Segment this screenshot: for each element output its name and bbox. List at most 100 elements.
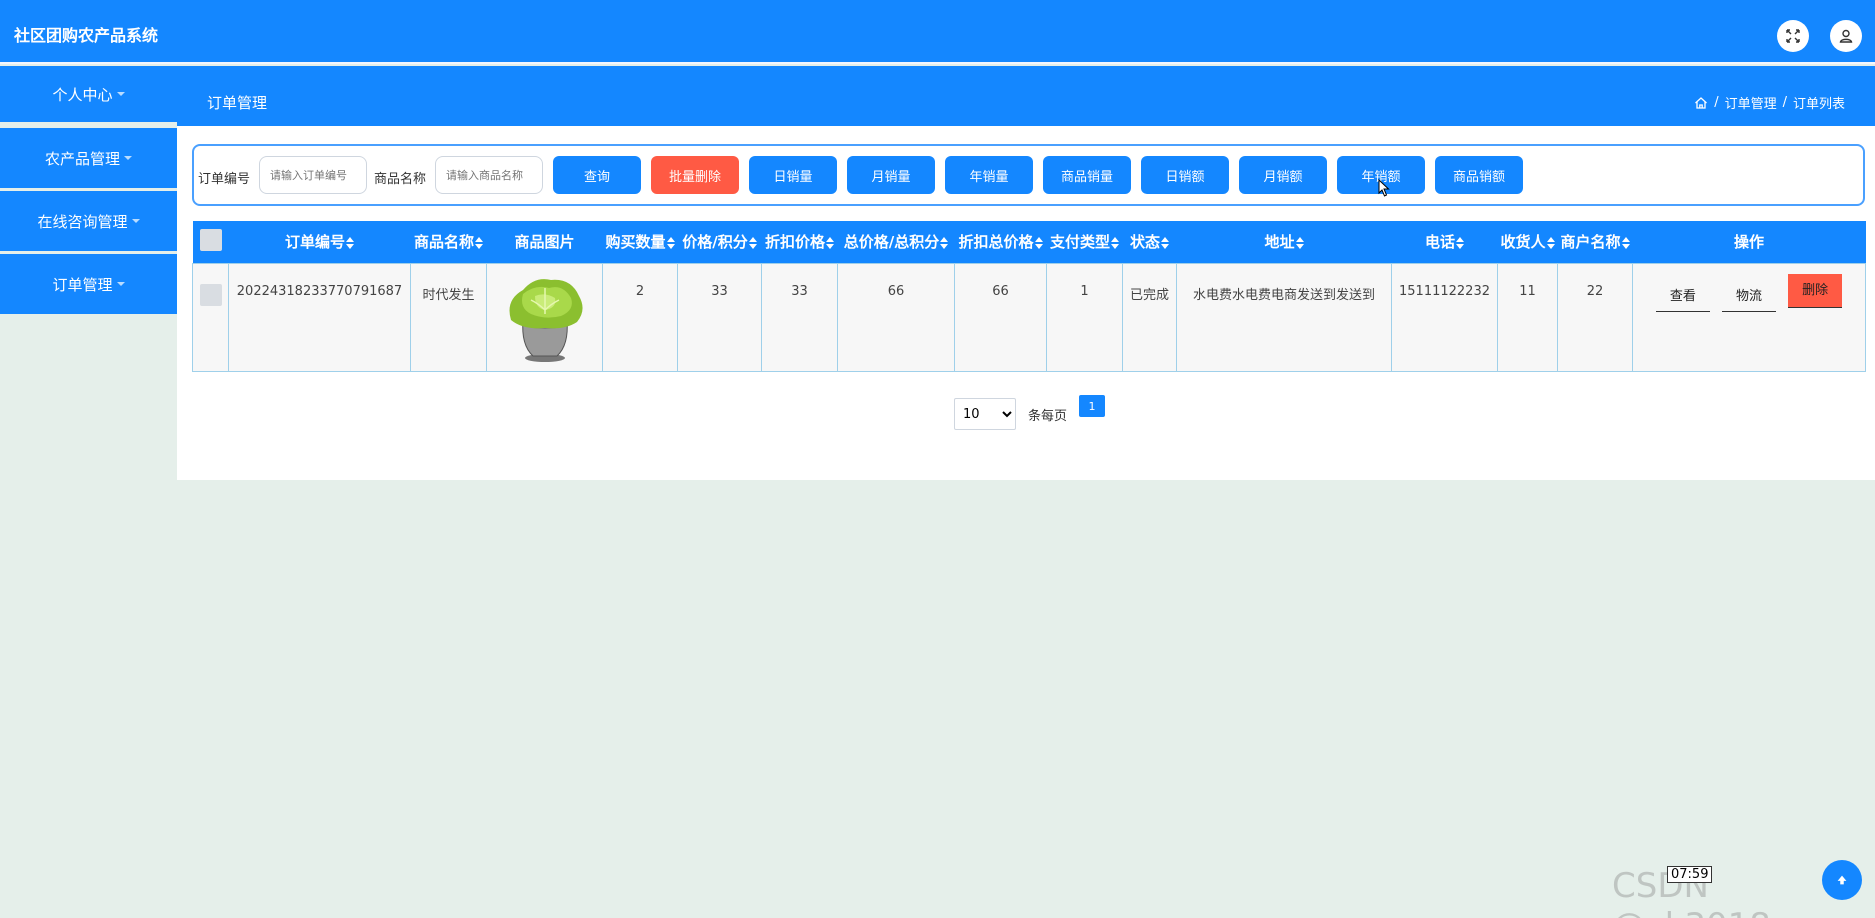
pay-type-cell: 1 (1046, 262, 1123, 372)
sort-icon[interactable] (666, 237, 675, 250)
fullscreen-icon[interactable] (1777, 20, 1809, 52)
discount-price-cell: 33 (761, 262, 838, 372)
top-bar: 社区团购农产品系统 (0, 0, 1875, 64)
sort-icon[interactable] (1295, 237, 1304, 250)
column-header-actions: 操作 (1632, 221, 1866, 263)
phone-cell: 15111122232 (1391, 262, 1498, 372)
quantity-cell: 2 (602, 262, 678, 372)
app-title: 社区团购农产品系统 (14, 26, 159, 45)
column-header-address[interactable]: 地址 (1176, 221, 1392, 263)
column-header-status[interactable]: 状态 (1122, 221, 1177, 263)
select-all-header[interactable] (192, 221, 229, 263)
sort-icon[interactable] (1111, 237, 1119, 250)
sort-icon[interactable] (1161, 237, 1169, 250)
product-name-cell: 时代发生 (410, 262, 487, 372)
table-row: 20224318233770791687 时代发生 2 33 33 66 66 … (192, 262, 1866, 372)
sidebar-item-label: 在线咨询管理 (37, 212, 128, 231)
actions-cell: 查看 物流 删除 (1632, 262, 1866, 372)
sort-icon[interactable] (1456, 237, 1464, 250)
order-table: 订单编号 商品名称 商品图片 购买数量 价格/积分 折扣价格 总价格/总积分 折… (192, 221, 1866, 372)
table-header-row: 订单编号 商品名称 商品图片 购买数量 价格/积分 折扣价格 总价格/总积分 折… (192, 221, 1866, 263)
price-cell: 33 (677, 262, 762, 372)
daily-amount-button[interactable]: 日销额 (1141, 156, 1229, 194)
arrow-up-icon (1837, 875, 1847, 885)
sidebar-item-label: 个人中心 (52, 85, 113, 104)
column-header-pay-type[interactable]: 支付类型 (1046, 221, 1123, 263)
select-all-checkbox[interactable] (199, 228, 222, 251)
column-header-price[interactable]: 价格/积分 (677, 221, 762, 263)
order-no-input[interactable] (259, 156, 367, 194)
monthly-qty-button[interactable]: 月销量 (847, 156, 935, 194)
column-header-total-price[interactable]: 总价格/总积分 (837, 221, 955, 263)
sort-icon[interactable] (940, 237, 949, 250)
sort-icon[interactable] (748, 237, 757, 250)
product-name-input[interactable] (435, 156, 543, 194)
column-header-discount-price[interactable]: 折扣价格 (761, 221, 838, 263)
sort-icon[interactable] (346, 237, 354, 250)
column-header-quantity[interactable]: 购买数量 (602, 221, 678, 263)
per-page-label: 条每页 (1028, 408, 1068, 424)
caret-down-icon (124, 156, 132, 160)
column-header-order-no[interactable]: 订单编号 (228, 221, 411, 263)
sort-icon[interactable] (1621, 237, 1630, 250)
sidebar-item-order-management[interactable]: 订单管理 (0, 254, 177, 314)
main-content: 订单管理 / 订单管理 / 订单列表 订单编号 商品名称 查询 批量删除 日销量… (177, 66, 1875, 480)
product-qty-button[interactable]: 商品销量 (1043, 156, 1131, 194)
home-icon[interactable] (1694, 96, 1708, 110)
page-header: 订单管理 / 订单管理 / 订单列表 (177, 66, 1875, 126)
pagination: 10 条每页 1 (954, 395, 1106, 430)
column-header-receiver[interactable]: 收货人 (1497, 221, 1558, 263)
view-button[interactable]: 查看 (1655, 281, 1710, 312)
daily-qty-button[interactable]: 日销量 (749, 156, 837, 194)
search-panel: 订单编号 商品名称 查询 批量删除 日销量 月销量 年销量 商品销量 日销额 月… (192, 144, 1865, 206)
total-price-cell: 66 (837, 262, 955, 372)
row-checkbox[interactable] (199, 283, 222, 306)
yearly-qty-button[interactable]: 年销量 (945, 156, 1033, 194)
caret-down-icon (116, 282, 125, 286)
sidebar-item-product-management[interactable]: 农产品管理 (0, 128, 177, 188)
column-header-product-image: 商品图片 (486, 221, 603, 263)
sort-icon[interactable] (826, 237, 834, 250)
breadcrumb-item-order-management[interactable]: 订单管理 (1725, 93, 1777, 112)
column-header-discount-total[interactable]: 折扣总价格 (954, 221, 1047, 263)
sidebar-item-personal-center[interactable]: 个人中心 (0, 66, 177, 122)
page-title: 订单管理 (207, 94, 268, 112)
column-header-product-name[interactable]: 商品名称 (410, 221, 487, 263)
mouse-cursor-icon (1378, 179, 1390, 197)
status-cell: 已完成 (1122, 262, 1177, 372)
query-button[interactable]: 查询 (553, 156, 641, 194)
sort-icon[interactable] (1034, 237, 1043, 250)
timestamp: 07:59 (1667, 866, 1713, 883)
column-header-merchant[interactable]: 商户名称 (1557, 221, 1633, 263)
sidebar-item-label: 订单管理 (52, 275, 113, 294)
user-icon[interactable] (1830, 20, 1862, 52)
breadcrumb-item-order-list: 订单列表 (1792, 97, 1845, 112)
row-select-cell[interactable] (192, 262, 229, 372)
breadcrumb-separator: / (1782, 95, 1787, 110)
breadcrumb: / 订单管理 / 订单列表 (1694, 93, 1845, 112)
delete-button[interactable]: 删除 (1788, 273, 1843, 308)
sidebar: 个人中心 农产品管理 在线咨询管理 订单管理 (0, 66, 177, 317)
monthly-amount-button[interactable]: 月销额 (1239, 156, 1327, 194)
sort-icon[interactable] (1546, 237, 1555, 250)
page-number-current[interactable]: 1 (1079, 395, 1106, 417)
page-size-select[interactable]: 10 (954, 398, 1016, 430)
product-name-label: 商品名称 (374, 172, 427, 187)
sidebar-item-label: 农产品管理 (44, 149, 120, 168)
sort-icon[interactable] (475, 237, 483, 250)
caret-down-icon (131, 219, 140, 223)
breadcrumb-separator: / (1714, 95, 1719, 110)
batch-delete-button[interactable]: 批量删除 (651, 156, 739, 194)
product-amount-button[interactable]: 商品销额 (1435, 156, 1523, 194)
order-no-cell: 20224318233770791687 (228, 262, 411, 372)
float-action-button[interactable] (1822, 860, 1862, 900)
logistics-button[interactable]: 物流 (1721, 281, 1776, 312)
sidebar-item-consultation-management[interactable]: 在线咨询管理 (0, 191, 177, 251)
discount-total-cell: 66 (954, 262, 1047, 372)
merchant-cell: 22 (1557, 262, 1633, 372)
receiver-cell: 11 (1497, 262, 1558, 372)
column-header-phone[interactable]: 电话 (1391, 221, 1498, 263)
cabbage-image (509, 278, 583, 362)
order-no-label: 订单编号 (198, 172, 251, 187)
address-cell: 水电费水电费电商发送到发送到 (1176, 262, 1392, 372)
